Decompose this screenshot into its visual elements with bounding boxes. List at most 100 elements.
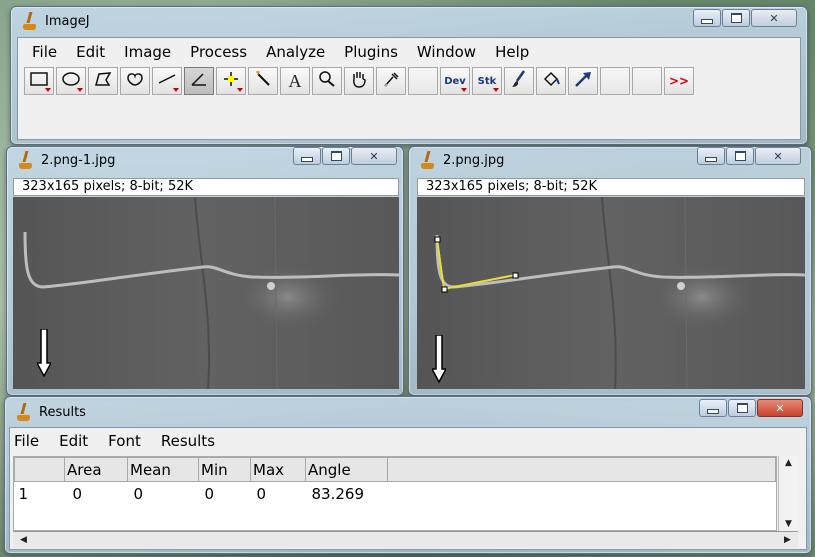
filament-image [417, 197, 805, 389]
main-client-area: File Edit Image Process Analyze Plugins … [17, 37, 801, 140]
results-window-title: Results [39, 404, 86, 420]
left-title-bar[interactable]: 2.png-1.jpg ✕ [7, 147, 403, 173]
hand-tool-icon [349, 70, 369, 92]
imagej-logo-icon [17, 403, 31, 421]
text-tool-button[interactable]: A [280, 67, 310, 95]
tool-menu-indicator-icon [493, 88, 499, 92]
minimize-button[interactable] [699, 399, 727, 417]
column-header-max[interactable]: Max [250, 457, 306, 482]
brush-tool-button[interactable] [504, 67, 534, 95]
column-header-angle[interactable]: Angle [305, 457, 388, 482]
results-menu-edit[interactable]: Edit [59, 432, 88, 450]
close-button[interactable]: ✕ [755, 147, 801, 165]
arrow-tool-icon [573, 70, 593, 92]
close-button[interactable]: ✕ [757, 399, 803, 417]
angle-tool-button[interactable] [184, 67, 214, 95]
menu-file[interactable]: File [32, 43, 57, 61]
color-picker-tool-button[interactable] [376, 67, 406, 95]
results-menubar: File Edit Font Results [14, 432, 235, 450]
scroll-left-icon[interactable]: ◀ [15, 535, 32, 545]
freehand-tool-button[interactable] [120, 67, 150, 95]
menu-analyze[interactable]: Analyze [266, 43, 325, 61]
menu-help[interactable]: Help [495, 43, 529, 61]
line-tool-button[interactable] [152, 67, 182, 95]
brush-tool-icon [509, 70, 529, 92]
scroll-down-icon[interactable]: ▼ [780, 519, 797, 529]
minimize-button[interactable] [293, 147, 321, 165]
mean-cell: 0 [133, 484, 144, 503]
dev-tool-button[interactable]: Dev [440, 67, 470, 95]
blank-tool-slot [600, 67, 630, 95]
selection-handle [434, 236, 441, 243]
maximize-button[interactable] [728, 399, 756, 417]
flood-fill-tool-icon [541, 71, 561, 91]
dev-tool-label: Dev [444, 75, 466, 87]
results-table: Area Mean Min Max Angle 1 0 0 0 0 83.269 [14, 457, 776, 506]
magnifier-tool-icon [317, 71, 337, 91]
scroll-up-icon[interactable]: ▲ [780, 458, 797, 468]
close-button[interactable]: ✕ [751, 9, 797, 27]
image-info-label: 323x165 pixels; 8-bit; 52K [417, 178, 805, 196]
wand-tool-button[interactable] [248, 67, 278, 95]
text-tool-icon: A [288, 70, 302, 91]
stk-tool-label: Stk [477, 75, 497, 87]
blank-tool-slot [408, 67, 438, 95]
results-menu-results[interactable]: Results [161, 432, 215, 450]
vertical-scrollbar[interactable]: ▲ ▼ [778, 456, 798, 531]
menu-image[interactable]: Image [124, 43, 171, 61]
angle-tool-icon [189, 71, 209, 91]
menu-plugins[interactable]: Plugins [344, 43, 398, 61]
blank-tool-slot [632, 67, 662, 95]
right-window-title: 2.png.jpg [443, 152, 505, 168]
color-picker-tool-icon [381, 71, 401, 91]
right-title-bar[interactable]: 2.png.jpg ✕ [409, 147, 811, 173]
main-title-bar[interactable]: ImageJ ✕ [11, 7, 807, 35]
scroll-right-icon[interactable]: ▶ [779, 535, 796, 545]
close-button[interactable]: ✕ [351, 147, 397, 165]
hand-tool-button[interactable] [344, 67, 374, 95]
minimize-button[interactable] [693, 9, 721, 27]
max-cell: 0 [256, 484, 267, 503]
oval-tool-button[interactable] [56, 67, 86, 95]
tool-menu-indicator-icon [461, 88, 467, 92]
results-menu-file[interactable]: File [14, 432, 39, 450]
minimize-button[interactable] [697, 147, 725, 165]
maximize-button[interactable] [322, 147, 350, 165]
table-row[interactable]: 1 0 0 0 0 83.269 [15, 482, 776, 506]
freehand-tool-icon [125, 71, 145, 91]
results-menu-font[interactable]: Font [108, 432, 141, 450]
rectangle-tool-button[interactable] [24, 67, 54, 95]
angle-cell: 83.269 [311, 484, 365, 503]
magnifier-tool-button[interactable] [312, 67, 342, 95]
image-info-label: 323x165 pixels; 8-bit; 52K [13, 178, 399, 196]
maximize-button[interactable] [726, 147, 754, 165]
more-tools-button[interactable]: >> [664, 67, 694, 95]
point-tool-button[interactable] [216, 67, 246, 95]
more-tools-icon: >> [668, 74, 690, 88]
down-arrow-icon [432, 335, 446, 383]
maximize-button[interactable] [722, 9, 750, 27]
menu-edit[interactable]: Edit [76, 43, 105, 61]
image-canvas[interactable] [13, 197, 399, 389]
polygon-tool-button[interactable] [88, 67, 118, 95]
menu-process[interactable]: Process [190, 43, 247, 61]
column-header-row-index[interactable] [14, 457, 65, 482]
area-cell: 0 [72, 484, 83, 503]
menu-window[interactable]: Window [417, 43, 476, 61]
image-window-right: 2.png.jpg ✕ 323x165 pixels; 8-bit; 52K [408, 146, 812, 396]
flood-fill-tool-button[interactable] [536, 67, 566, 95]
column-header-filler [387, 457, 776, 482]
row-index-cell: 1 [18, 484, 29, 503]
image-canvas[interactable] [417, 197, 805, 389]
imagej-main-window: ImageJ ✕ File Edit Image Process Analyze… [10, 6, 808, 145]
tool-menu-indicator-icon [237, 88, 243, 92]
column-header-mean[interactable]: Mean [127, 457, 199, 482]
selection-handle [512, 272, 519, 279]
toolbar: A Dev Stk >> [18, 67, 800, 95]
horizontal-scrollbar[interactable]: ◀ ▶ [13, 531, 798, 548]
stk-tool-button[interactable]: Stk [472, 67, 502, 95]
results-title-bar[interactable]: Results ✕ [5, 397, 811, 427]
arrow-tool-button[interactable] [568, 67, 598, 95]
column-header-min[interactable]: Min [198, 457, 251, 482]
column-header-area[interactable]: Area [64, 457, 128, 482]
